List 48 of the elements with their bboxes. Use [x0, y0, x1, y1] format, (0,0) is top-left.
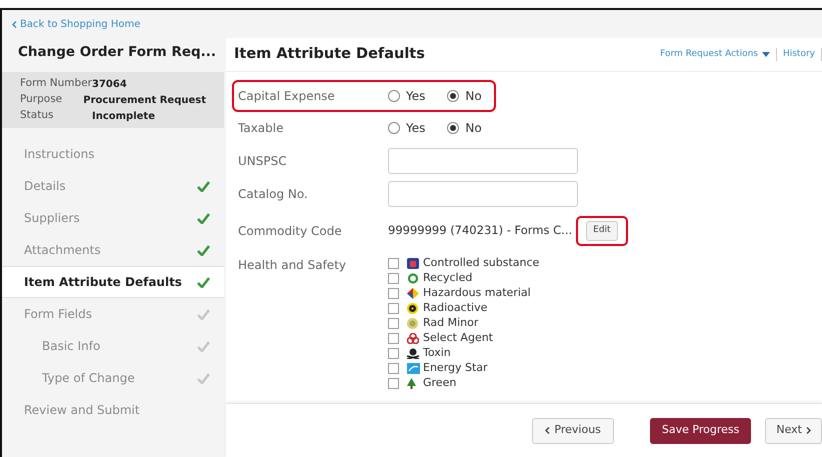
info-value: Procurement Request	[83, 94, 206, 108]
radio-option[interactable]: No	[447, 87, 482, 105]
field-label: Capital Expense	[238, 88, 336, 105]
field-label: Taxable	[238, 120, 284, 137]
checkbox-option[interactable]: Hazardous material	[388, 286, 540, 301]
nav-item[interactable]: Item Attribute Defaults	[2, 266, 224, 298]
checkbox-option[interactable]: Recycled	[388, 271, 540, 286]
info-label: Status	[20, 108, 54, 124]
text-field[interactable]	[388, 148, 578, 174]
form-title: Change Order Form Req...	[17, 42, 218, 62]
checkbox-option[interactable]: Controlled substance	[388, 256, 540, 271]
field-label: Catalog No.	[238, 186, 309, 202]
checkbox-option[interactable]: Rad Minor	[388, 316, 540, 331]
radio-option[interactable]: No	[447, 119, 482, 137]
next-button[interactable]: Next	[765, 418, 822, 444]
text-field[interactable]	[388, 180, 578, 206]
edit-button[interactable]: Edit	[586, 221, 618, 241]
commodity-code: 99999999 (740231) - Forms C...	[388, 222, 572, 240]
field-label: Commodity Code	[238, 223, 343, 240]
info-label: Purpose	[20, 92, 64, 108]
info-label: Form Number	[20, 76, 92, 92]
actions-menu[interactable]: Form Request Actions	[654, 48, 777, 62]
previous-button[interactable]: Previous	[532, 418, 614, 444]
field-label: UNSPSC	[238, 152, 288, 170]
history-link[interactable]: History	[776, 48, 822, 62]
page-title: Item Attribute Defaults	[234, 44, 425, 64]
field-label: Health and Safety	[238, 257, 347, 274]
radiation-icon	[407, 318, 418, 329]
tree-icon	[407, 378, 416, 389]
recycle-icon	[407, 273, 419, 284]
caret-icon	[762, 52, 770, 57]
checkbox-option[interactable]: Toxin	[388, 346, 540, 361]
chevron-left-icon	[12, 21, 17, 28]
diamond-icon	[407, 288, 419, 299]
chevron-right-icon	[806, 427, 811, 434]
checkbox-option[interactable]: Green	[388, 376, 540, 391]
chevron-left-icon	[545, 427, 550, 434]
checkbox-option[interactable]: Radioactive	[388, 301, 540, 316]
save-progress-button[interactable]: Save Progress	[650, 418, 752, 444]
checkbox-option[interactable]: Energy Star	[388, 361, 540, 376]
checkbox-option[interactable]: Select Agent	[388, 331, 540, 346]
skull-icon	[407, 348, 419, 359]
radio-option[interactable]: Yes	[388, 119, 426, 137]
info-value: Incomplete	[92, 110, 155, 124]
radiation-icon	[407, 303, 418, 314]
biohazard-icon	[407, 333, 419, 344]
info-value: 37064	[92, 78, 127, 92]
radio-option[interactable]: Yes	[388, 87, 426, 105]
